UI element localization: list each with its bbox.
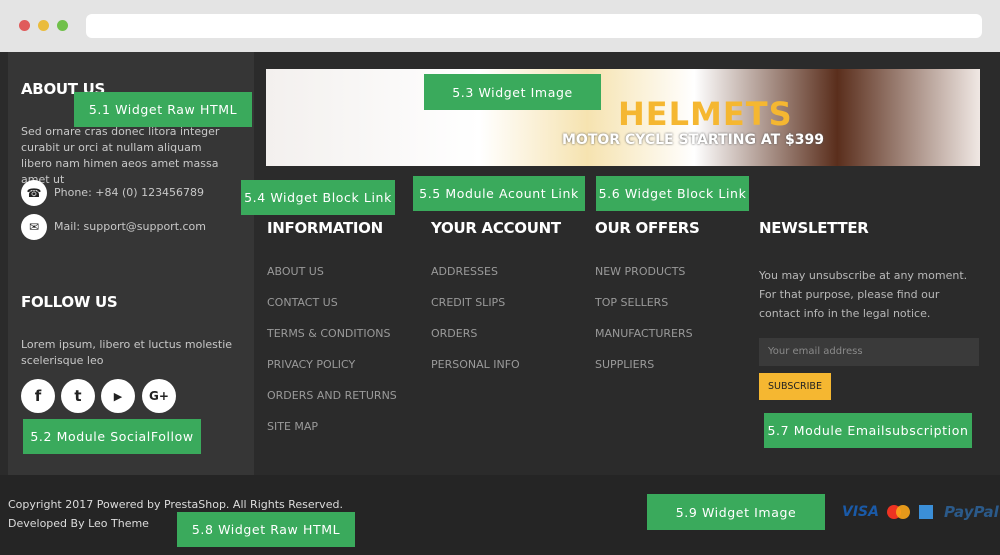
newsletter-title: NEWSLETTER — [759, 219, 869, 237]
follow-text: Lorem ipsum, libero et luctus molestie s… — [21, 338, 233, 367]
banner-subtitle: MOTOR CYCLE STARTING AT $399 — [562, 132, 824, 148]
envelope-icon: ✉ — [21, 214, 47, 240]
link-personal-info[interactable]: PERSONAL INFO — [431, 358, 520, 371]
annotation-label: 5.5 Module Acount Link — [413, 176, 585, 211]
link-contact-us[interactable]: CONTACT US — [267, 296, 338, 309]
annotation-label: 5.8 Widget Raw HTML — [177, 512, 355, 547]
link-orders-returns[interactable]: ORDERS AND RETURNS — [267, 389, 397, 402]
annotation-label: 5.3 Widget Image — [424, 74, 601, 110]
youtube-icon[interactable]: ▶ — [101, 379, 135, 413]
link-orders[interactable]: ORDERS — [431, 327, 477, 340]
paypal-icon: PayPal — [944, 503, 999, 521]
developed-text: Developed By Leo Theme — [8, 517, 149, 530]
link-manufacturers[interactable]: MANUFACTURERS — [595, 327, 693, 340]
offers-title: OUR OFFERS — [595, 219, 700, 237]
link-privacy[interactable]: PRIVACY POLICY — [267, 358, 355, 371]
follow-title: FOLLOW US — [21, 293, 118, 311]
browser-chrome — [0, 0, 1000, 52]
facebook-icon[interactable]: f — [21, 379, 55, 413]
mastercard-icon — [887, 505, 911, 519]
annotation-label: 5.9 Widget Image — [647, 494, 825, 530]
twitter-icon[interactable]: t — [61, 379, 95, 413]
google-plus-icon[interactable]: G+ — [142, 379, 176, 413]
annotation-label: 5.7 Module Emailsubscription — [764, 413, 972, 448]
information-title: INFORMATION — [267, 219, 383, 237]
link-sitemap[interactable]: SITE MAP — [267, 420, 318, 433]
link-new-products[interactable]: NEW PRODUCTS — [595, 265, 685, 278]
amex-icon — [919, 505, 933, 519]
banner-image[interactable]: HELMETS MOTOR CYCLE STARTING AT $399 — [266, 69, 980, 166]
close-window-icon[interactable] — [19, 20, 30, 31]
address-bar[interactable] — [86, 14, 982, 38]
phone-icon: ☎ — [21, 180, 47, 206]
visa-icon: VISA — [842, 504, 879, 520]
link-about-us[interactable]: ABOUT US — [267, 265, 324, 278]
link-top-sellers[interactable]: TOP SELLERS — [595, 296, 668, 309]
link-credit-slips[interactable]: CREDIT SLIPS — [431, 296, 505, 309]
subscribe-button[interactable]: SUBSCRIBE — [759, 373, 831, 400]
annotation-label: 5.2 Module SocialFollow — [23, 419, 201, 454]
link-addresses[interactable]: ADDRESSES — [431, 265, 498, 278]
banner-title: HELMETS — [618, 95, 793, 133]
link-terms[interactable]: TERMS & CONDITIONS — [267, 327, 390, 340]
link-suppliers[interactable]: SUPPLIERS — [595, 358, 654, 371]
annotation-label: 5.6 Widget Block Link — [596, 176, 749, 211]
minimize-window-icon[interactable] — [38, 20, 49, 31]
mail-text: Mail: support@support.com — [54, 220, 207, 233]
copyright-text: Copyright 2017 Powered by PrestaShop. Al… — [8, 498, 343, 511]
annotation-label: 5.4 Widget Block Link — [241, 180, 395, 215]
account-title: YOUR ACCOUNT — [431, 219, 561, 237]
newsletter-text: You may unsubscribe at any moment. For t… — [759, 269, 968, 320]
annotation-label: 5.1 Widget Raw HTML — [74, 92, 252, 127]
about-text: Sed ornare cras donec litora integer cur… — [21, 125, 220, 186]
maximize-window-icon[interactable] — [57, 20, 68, 31]
phone-text: Phone: +84 (0) 123456789 — [54, 186, 205, 199]
email-input[interactable]: Your email address — [759, 338, 979, 366]
